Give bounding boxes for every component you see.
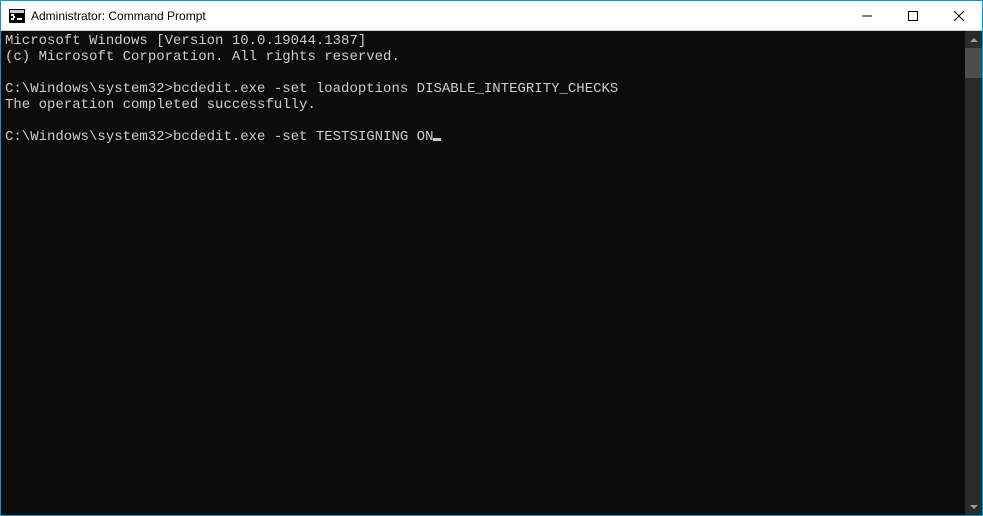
vertical-scrollbar[interactable] xyxy=(965,31,982,515)
client-area: Microsoft Windows [Version 10.0.19044.13… xyxy=(1,31,982,515)
scroll-down-button[interactable] xyxy=(965,498,982,515)
terminal-current-line[interactable]: C:\Windows\system32>bcdedit.exe -set TES… xyxy=(5,129,965,145)
app-icon xyxy=(9,8,25,24)
close-button[interactable] xyxy=(936,1,982,31)
terminal-line xyxy=(5,113,965,129)
scrollbar-track[interactable] xyxy=(965,48,982,498)
minimize-button[interactable] xyxy=(844,1,890,31)
scrollbar-thumb[interactable] xyxy=(965,48,982,78)
terminal-line: C:\Windows\system32>bcdedit.exe -set loa… xyxy=(5,81,965,97)
window-title: Administrator: Command Prompt xyxy=(31,9,206,23)
maximize-button[interactable] xyxy=(890,1,936,31)
titlebar[interactable]: Administrator: Command Prompt xyxy=(1,1,982,31)
command-input[interactable]: bcdedit.exe -set TESTSIGNING ON xyxy=(173,129,433,145)
scroll-up-button[interactable] xyxy=(965,31,982,48)
terminal-line: The operation completed successfully. xyxy=(5,97,965,113)
terminal-output[interactable]: Microsoft Windows [Version 10.0.19044.13… xyxy=(1,31,965,515)
terminal-line xyxy=(5,65,965,81)
terminal-line: Microsoft Windows [Version 10.0.19044.13… xyxy=(5,33,965,49)
terminal-line: (c) Microsoft Corporation. All rights re… xyxy=(5,49,965,65)
prompt: C:\Windows\system32> xyxy=(5,129,173,145)
text-cursor xyxy=(433,138,441,141)
